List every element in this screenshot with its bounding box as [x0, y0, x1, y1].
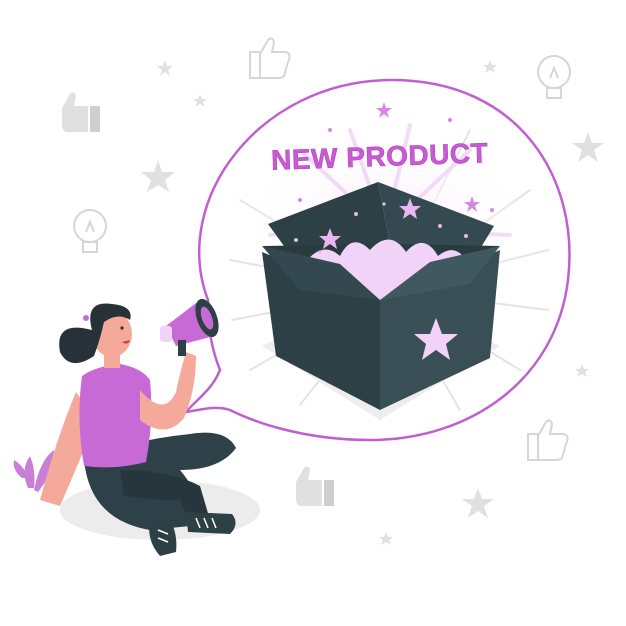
- star-icon: [141, 160, 175, 192]
- thumbs-up-icon: [296, 466, 334, 506]
- star-icon: [462, 488, 494, 518]
- star-icon: [193, 94, 207, 107]
- star-icon: [157, 60, 173, 76]
- star-icon: [575, 364, 589, 377]
- lightbulb-icon: [537, 55, 571, 99]
- lightbulb-icon: [73, 209, 107, 253]
- woman-shoe-right: [186, 512, 236, 534]
- star-icon: [483, 60, 497, 73]
- new-product-illustration: NEW PRODUCT: [13, 37, 604, 556]
- star-icon: [572, 132, 604, 162]
- thumbs-up-icon: [527, 419, 569, 461]
- thumbs-up-icon: [62, 92, 100, 132]
- hair-clip: [83, 315, 89, 321]
- woman-shoe-left: [149, 520, 177, 556]
- star-icon: [379, 532, 393, 545]
- thumbs-up-icon: [249, 37, 291, 79]
- woman-eye: [120, 326, 124, 330]
